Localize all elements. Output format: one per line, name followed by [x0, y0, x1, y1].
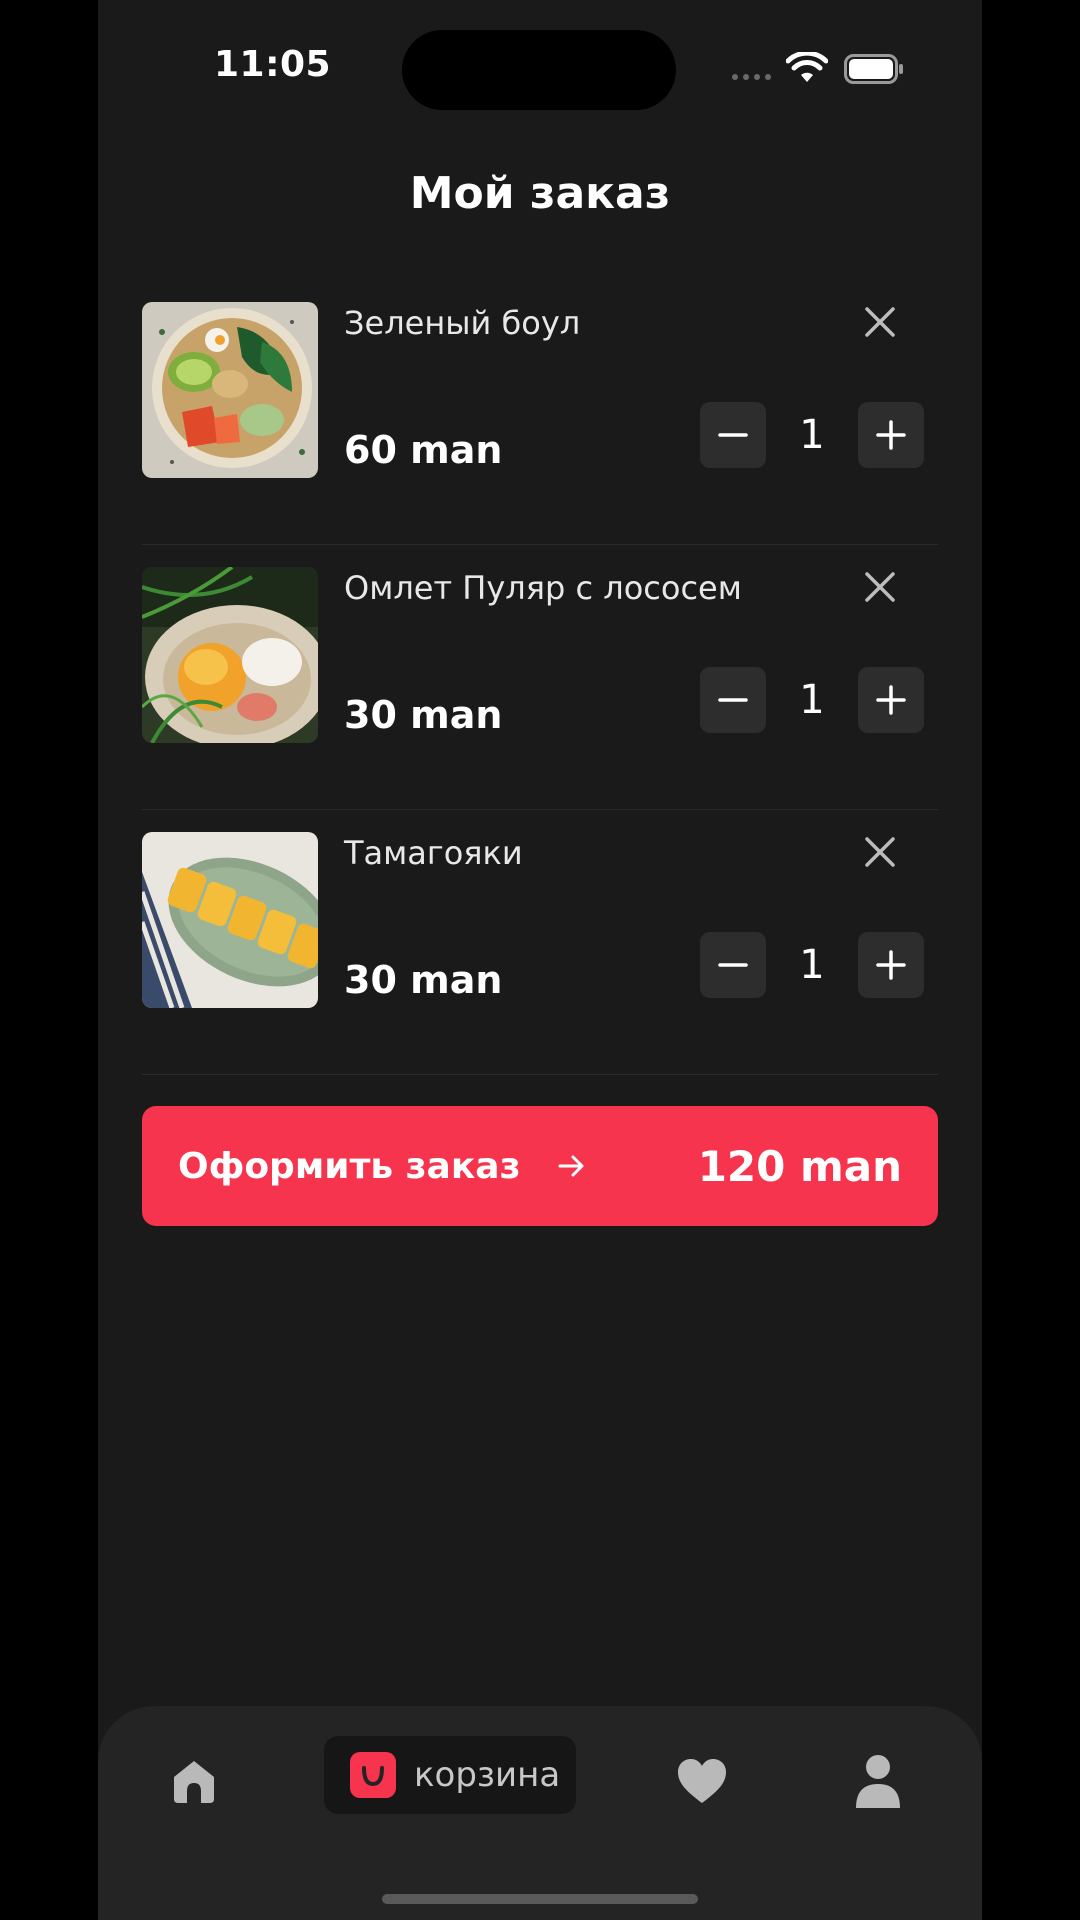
quantity-stepper: 1	[700, 932, 924, 998]
order-item: Омлет Пуляр с лососем 30 man 1	[142, 545, 938, 810]
item-name: Омлет Пуляр с лососем	[344, 569, 742, 607]
plus-icon	[876, 685, 906, 715]
item-price: 30 man	[344, 958, 503, 1002]
plus-icon	[876, 950, 906, 980]
close-icon	[865, 307, 895, 337]
minus-icon	[718, 433, 748, 437]
tamagoyaki-photo[interactable]	[142, 832, 318, 1008]
decrease-button[interactable]	[700, 667, 766, 733]
order-list: Зеленый боул 60 man 1 Омлет Пуляр с лосо…	[142, 280, 938, 1075]
checkout-total: 120 man	[697, 1142, 902, 1191]
minus-icon	[718, 963, 748, 967]
item-name: Тамагояки	[344, 834, 523, 872]
plus-icon	[876, 420, 906, 450]
item-price: 30 man	[344, 693, 503, 737]
phone-screen: 11:05 Мой заказ Зеленый боул 60 man 1 Ом…	[98, 0, 982, 1920]
item-price: 60 man	[344, 428, 503, 472]
tab-bar: корзина	[98, 1706, 982, 1920]
tab-cart-label: корзина	[414, 1755, 561, 1795]
decrease-button[interactable]	[700, 932, 766, 998]
arrow-right-icon	[558, 1155, 584, 1177]
signal-icon	[732, 74, 771, 80]
tab-cart[interactable]: корзина	[324, 1736, 576, 1814]
order-item: Тамагояки 30 man 1	[142, 810, 938, 1075]
tab-favorites[interactable]	[672, 1746, 732, 1816]
remove-item-button[interactable]	[856, 298, 904, 346]
quantity-value: 1	[799, 942, 825, 988]
tab-profile[interactable]	[848, 1746, 908, 1816]
increase-button[interactable]	[858, 667, 924, 733]
battery-icon	[844, 54, 903, 84]
checkout-label: Оформить заказ	[178, 1146, 521, 1187]
quantity-value: 1	[799, 677, 825, 723]
quantity-stepper: 1	[700, 402, 924, 468]
increase-button[interactable]	[858, 402, 924, 468]
checkout-button[interactable]: Оформить заказ 120 man	[142, 1106, 938, 1226]
home-indicator[interactable]	[382, 1894, 698, 1904]
close-icon	[865, 572, 895, 602]
page-title: Мой заказ	[409, 168, 671, 219]
heart-icon	[678, 1759, 726, 1803]
tab-home[interactable]	[164, 1746, 224, 1816]
item-name: Зеленый боул	[344, 304, 581, 342]
home-icon	[174, 1761, 214, 1803]
increase-button[interactable]	[858, 932, 924, 998]
close-icon	[865, 837, 895, 867]
quantity-value: 1	[799, 412, 825, 458]
dynamic-island	[402, 30, 676, 110]
decrease-button[interactable]	[700, 402, 766, 468]
minus-icon	[718, 698, 748, 702]
order-item: Зеленый боул 60 man 1	[142, 280, 938, 545]
remove-item-button[interactable]	[856, 828, 904, 876]
quantity-stepper: 1	[700, 667, 924, 733]
status-time: 11:05	[214, 44, 332, 85]
profile-icon	[856, 1755, 900, 1808]
omelette-salmon-photo[interactable]	[142, 567, 318, 743]
green-bowl-photo[interactable]	[142, 302, 318, 478]
remove-item-button[interactable]	[856, 563, 904, 611]
cart-icon	[350, 1752, 396, 1798]
wifi-icon	[786, 52, 828, 82]
